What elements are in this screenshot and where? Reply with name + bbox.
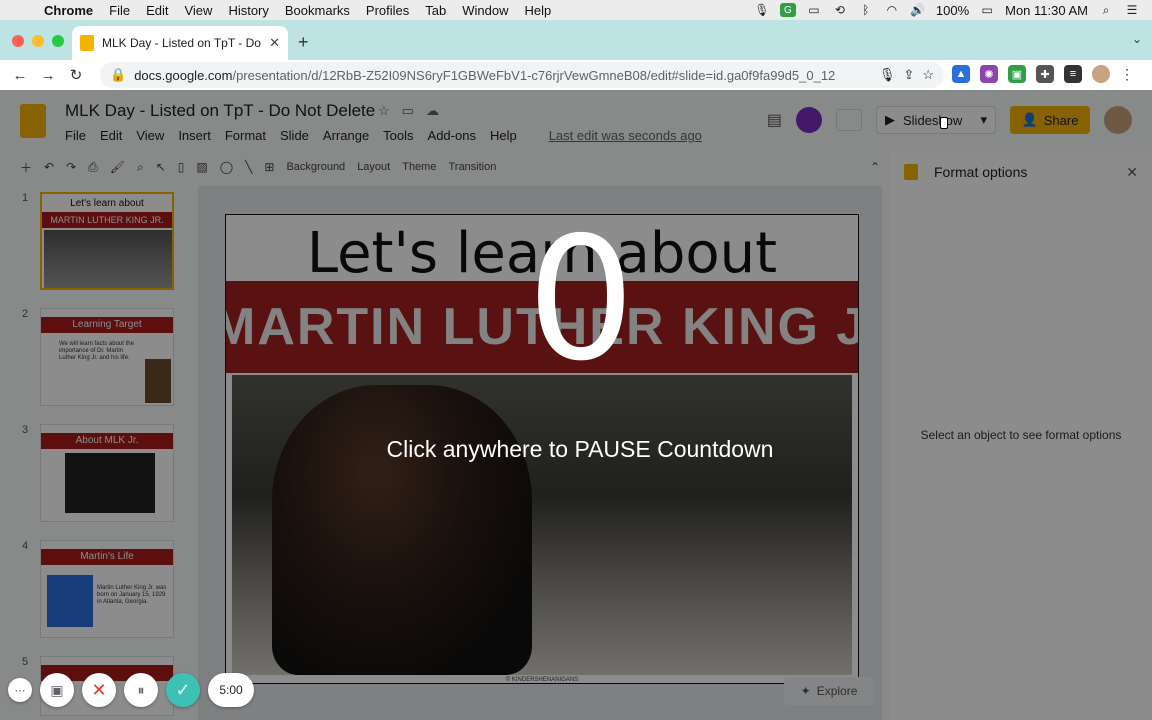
back-icon[interactable]: ←	[6, 67, 34, 84]
control-center-icon[interactable]: ☰	[1124, 3, 1140, 17]
menu-help[interactable]: Help	[517, 3, 560, 18]
reload-icon[interactable]: ↻	[62, 66, 90, 84]
menu-chrome[interactable]: Chrome	[36, 3, 101, 18]
close-window-icon[interactable]	[12, 35, 24, 47]
address-bar[interactable]: 🔒 docs.google.com/presentation/d/12RbB-Z…	[100, 62, 944, 88]
menu-history[interactable]: History	[220, 3, 276, 18]
volume-icon[interactable]: 🔊	[910, 3, 926, 17]
countdown-overlay[interactable]	[0, 90, 1152, 720]
microphone-icon[interactable]: 🎙	[754, 3, 770, 17]
extension-3-icon[interactable]: ▣	[1008, 65, 1026, 83]
menu-edit[interactable]: Edit	[138, 3, 176, 18]
url-host: docs.google.com	[134, 67, 233, 83]
menu-tab[interactable]: Tab	[417, 3, 454, 18]
extension-1-icon[interactable]: ▲	[952, 65, 970, 83]
grammarly-icon[interactable]: G	[779, 3, 796, 17]
bookmark-star-icon[interactable]: ☆	[922, 67, 934, 83]
lock-icon[interactable]: 🔒	[110, 67, 126, 83]
browser-tab[interactable]: MLK Day - Listed on TpT - Do Not Delete …	[72, 26, 288, 60]
countdown-number: 0	[526, 201, 636, 399]
battery-icon[interactable]: ▭	[979, 3, 995, 17]
camera-toggle-icon[interactable]: ▣	[40, 673, 74, 707]
voice-search-icon[interactable]: 🎙	[879, 67, 896, 83]
forward-icon[interactable]: →	[34, 67, 62, 84]
mouse-cursor	[940, 117, 948, 129]
slides-favicon-icon	[80, 35, 94, 51]
menu-view[interactable]: View	[176, 3, 220, 18]
pause-countdown-message[interactable]: Click anywhere to PAUSE Countdown	[300, 436, 860, 463]
media-icon[interactable]: ≡	[1064, 65, 1082, 83]
url-text: docs.google.com/presentation/d/12RbB-Z52…	[134, 68, 871, 83]
bluetooth-icon[interactable]: ᛒ	[858, 3, 874, 17]
battery-percent: 100%	[935, 2, 970, 18]
chrome-menu-icon[interactable]: ⋮	[1120, 66, 1134, 83]
extension-2-icon[interactable]: ✺	[980, 65, 998, 83]
new-tab-icon[interactable]: +	[298, 32, 309, 53]
share-page-icon[interactable]: ⇪	[903, 67, 914, 83]
wifi-icon[interactable]: ◠	[884, 3, 900, 17]
time-machine-icon[interactable]: ⟲	[832, 3, 848, 17]
zoom-window-icon[interactable]	[52, 35, 64, 47]
tab-title: MLK Day - Listed on TpT - Do Not Delete …	[102, 36, 261, 50]
tab-strip: MLK Day - Listed on TpT - Do Not Delete …	[0, 20, 1152, 60]
finish-recording-icon[interactable]: ✓	[166, 673, 200, 707]
search-icon[interactable]: ⌕	[1098, 3, 1114, 17]
menu-profiles[interactable]: Profiles	[358, 3, 417, 18]
tab-search-chevron-icon[interactable]: ⌄	[1132, 32, 1142, 46]
menu-clock[interactable]: Mon 11:30 AM	[1005, 3, 1088, 18]
close-tab-icon[interactable]: ✕	[269, 35, 280, 51]
window-controls	[12, 35, 64, 47]
browser-toolbar: ← → ↻ 🔒 docs.google.com/presentation/d/1…	[0, 60, 1152, 90]
mac-menu-bar: Chrome File Edit View History Bookmarks …	[0, 0, 1152, 20]
menu-window[interactable]: Window	[454, 3, 516, 18]
cancel-recording-icon[interactable]: ✕	[82, 673, 116, 707]
recorder-controls: ⋯ ▣ ✕ ⏸ ✓ 5:00	[8, 673, 254, 707]
menu-bookmarks[interactable]: Bookmarks	[277, 3, 358, 18]
menu-file[interactable]: File	[101, 3, 138, 18]
pause-recording-icon[interactable]: ⏸	[124, 673, 158, 707]
url-path: /presentation/d/12RbB-Z52I09NS6ryF1GBWeF…	[232, 67, 836, 83]
minimize-window-icon[interactable]	[32, 35, 44, 47]
recording-timer: 5:00	[208, 673, 254, 707]
extensions-puzzle-icon[interactable]: ✚	[1036, 65, 1054, 83]
extensions: ▲ ✺ ▣ ✚ ≡ ⋮	[952, 65, 1134, 83]
profile-avatar-icon[interactable]	[1092, 65, 1110, 83]
airplay-icon[interactable]: ▭	[806, 3, 822, 17]
more-options-icon[interactable]: ⋯	[8, 678, 32, 702]
